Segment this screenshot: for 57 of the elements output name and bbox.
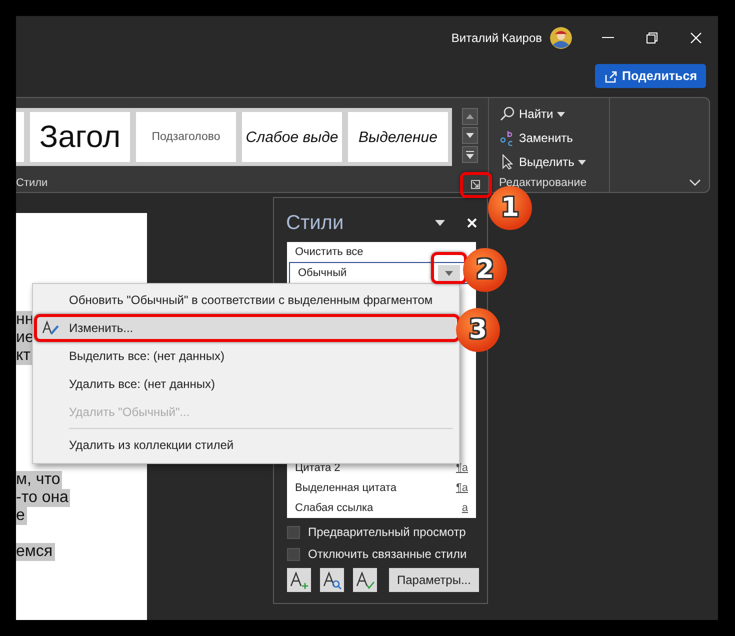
edit-style-icon — [42, 320, 60, 336]
more-styles-button[interactable] — [462, 146, 478, 163]
editing-command[interactable]: Найти — [499, 103, 609, 125]
caret-up-icon — [466, 114, 474, 119]
editing-command[interactable]: Заменить — [499, 127, 609, 149]
selected-text: кт — [16, 347, 33, 365]
step-number: 1 — [488, 186, 532, 230]
share-button[interactable]: Поделиться — [594, 64, 706, 88]
manage-styles-button[interactable] — [353, 568, 377, 592]
more-icon — [466, 150, 474, 158]
caret-icon — [557, 112, 566, 116]
caret-icon — [466, 133, 474, 138]
options-button[interactable]: Параметры... — [389, 568, 479, 592]
menu-item[interactable]: Удалить все: (нет данных) — [33, 370, 459, 398]
dropdown-button[interactable] — [438, 265, 460, 281]
pane-menu-icon[interactable] — [435, 220, 445, 226]
style-inspector-button[interactable] — [320, 568, 344, 592]
editing-command[interactable]: Выделить — [499, 151, 609, 173]
selected-text: -то она — [16, 489, 70, 507]
share-icon — [604, 70, 617, 82]
caret-icon — [578, 160, 586, 164]
style-tile[interactable]: Загол — [30, 112, 130, 162]
dialog-launcher-icon[interactable] — [471, 180, 480, 189]
style-tile[interactable]: Подзаголово — [136, 112, 236, 162]
checkbox[interactable] — [287, 526, 300, 538]
scroll-up-button[interactable] — [462, 108, 478, 125]
style-item[interactable]: Слабая ссылка a — [287, 498, 476, 518]
minimize-icon — [602, 37, 614, 39]
checkbox-label: Предварительный просмотр — [308, 525, 466, 539]
style-tile[interactable]: Слабое выде — [242, 112, 342, 162]
search-icon — [499, 106, 515, 122]
avatar-icon[interactable] — [550, 27, 572, 49]
selected-text: м, что — [16, 471, 62, 489]
step-number: 2 — [463, 248, 507, 292]
checkbox-label: Отключить связанные стили — [308, 547, 467, 561]
caret-icon — [445, 270, 453, 276]
pane-title: Стили — [286, 212, 345, 234]
menu-item[interactable]: Обновить "Обычный" в соответствии с выделенным фрагментом — [33, 286, 459, 314]
style-tile[interactable] — [16, 112, 24, 162]
selected-text: е — [16, 507, 27, 525]
close-icon — [690, 32, 702, 44]
user-name: Виталий Каиров — [451, 31, 542, 45]
style-item[interactable]: Выделенная цитата ¶a — [287, 478, 476, 498]
selected-text: емся — [16, 543, 55, 561]
scroll-down-button[interactable] — [462, 127, 478, 144]
highlight-frame — [460, 172, 492, 198]
new-style-button[interactable] — [287, 568, 311, 592]
style-item[interactable]: Очистить все — [295, 246, 364, 258]
checkbox[interactable] — [287, 548, 300, 560]
close-icon[interactable] — [467, 218, 477, 228]
group-label: Стили — [16, 177, 48, 189]
style-tile[interactable]: Выделение — [348, 112, 448, 162]
restore-icon — [646, 32, 658, 44]
replace-icon — [499, 130, 515, 146]
collapse-ribbon-icon[interactable] — [689, 179, 701, 186]
menu-item[interactable]: Удалить из коллекции стилей — [33, 431, 459, 459]
menu-item[interactable]: Выделить все: (нет данных) — [33, 342, 459, 370]
